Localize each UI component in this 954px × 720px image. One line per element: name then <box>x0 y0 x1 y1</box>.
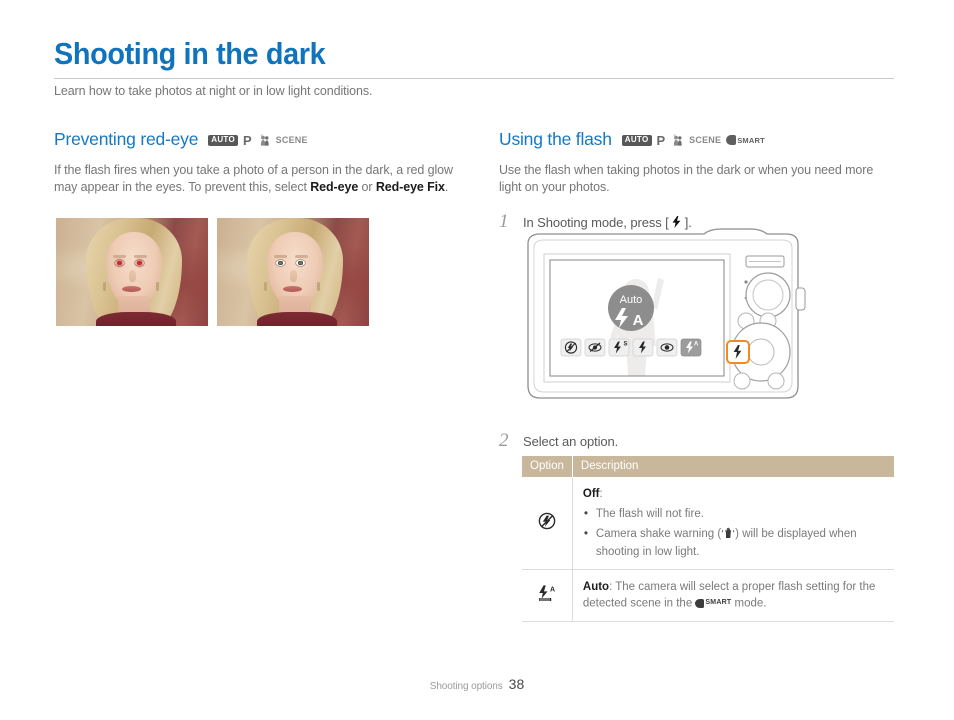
eye-right <box>296 260 305 266</box>
earring-right <box>156 282 159 291</box>
smart-mode-badge: SMART <box>726 135 765 145</box>
smart-camera-icon <box>695 598 705 608</box>
flash-auto-icon: A <box>522 569 573 622</box>
camera-indicator-led-1 <box>744 280 748 284</box>
nose-shape <box>129 270 136 282</box>
camera-ok-button <box>747 338 775 366</box>
using-the-flash-paragraph: Use the flash when taking photos in the … <box>499 163 874 194</box>
footer-section-label: Shooting options <box>429 681 503 692</box>
preventing-red-eye-heading-row: Preventing red-eye AUTO P SCENE <box>54 128 454 150</box>
scene-mode-badge: SCENE <box>689 135 722 145</box>
page-subtitle: Learn how to take photos at night or in … <box>54 84 373 98</box>
earring-right <box>317 282 320 291</box>
smart-camera-icon <box>726 135 737 145</box>
program-mode-badge: P <box>656 132 666 148</box>
title-divider <box>54 77 894 79</box>
mouth-shape <box>122 286 141 292</box>
flash-off-icon <box>522 477 573 570</box>
preventing-red-eye-paragraph: If the flash fires when you take a photo… <box>54 162 454 195</box>
step-2-number: 2 <box>499 430 509 451</box>
using-the-flash-heading-row: Using the flash AUTO P SCENE SMART <box>499 128 896 150</box>
mouth-shape <box>283 286 302 292</box>
table-header-row: Option Description <box>522 456 894 477</box>
mode-badges-right: AUTO P SCENE SMART <box>621 131 765 148</box>
lcd-auto-a-glyph: A <box>633 312 644 329</box>
table-cell-description-off: Off: The flash will not fire. Camera sha… <box>572 477 894 570</box>
camera-strap-lug <box>795 287 806 311</box>
auto-mode-badge: AUTO <box>621 134 652 146</box>
camera-delete-button <box>767 372 785 390</box>
list-item: Camera shake warning ( ) will be display… <box>583 525 886 560</box>
earring-left <box>264 282 267 291</box>
nose-shape <box>290 270 297 282</box>
table-cell-description-auto: Auto: The camera will select a proper fl… <box>572 569 894 622</box>
face-shape <box>267 232 323 306</box>
auto-text-after: mode. <box>731 597 767 610</box>
term-red-eye: Red-eye <box>310 179 359 194</box>
camera-back-illustration: Auto A S A <box>518 226 808 408</box>
shirt-shape <box>257 312 337 326</box>
table-row: Off: The flash will not fire. Camera sha… <box>522 477 894 570</box>
lcd-auto-badge-label: Auto <box>620 294 643 306</box>
section-title-preventing-red-eye: Preventing red-eye <box>54 128 199 149</box>
page-header: Shooting in the dark <box>54 36 894 79</box>
smart-mode-badge-inline: SMART <box>695 595 731 611</box>
right-column: Using the flash AUTO P SCENE SMART Use t… <box>499 128 896 233</box>
face-shape <box>106 232 162 306</box>
eye-left <box>276 260 285 266</box>
camera-play-button <box>733 372 751 390</box>
scene-mode-badge: SCENE <box>275 135 308 145</box>
table-row: A Auto: The camera will select a proper … <box>522 569 894 622</box>
shirt-shape <box>96 312 176 326</box>
svg-text:A: A <box>694 342 699 348</box>
eyebrow-right <box>134 255 147 258</box>
list-item: The flash will not fire. <box>583 505 886 522</box>
shake-warning-icon <box>721 527 735 544</box>
pupil-red <box>117 260 122 266</box>
eyebrow-left <box>113 255 126 258</box>
dual-is-mode-badge <box>670 133 684 147</box>
auto-mode-badge: AUTO <box>208 134 238 146</box>
smart-mode-label: SMART <box>737 135 765 145</box>
smart-mode-label: SMART <box>705 599 732 606</box>
step-2-text: Select an option. <box>523 434 619 449</box>
table-header-option: Option <box>522 456 573 477</box>
step-2: 2 Select an option. <box>499 430 896 452</box>
bullet-text-before: Camera shake warning ( <box>595 528 722 540</box>
table-header-description: Description <box>572 456 894 477</box>
eye-right <box>135 260 144 266</box>
mode-badges-left: AUTO P SCENE <box>208 131 307 147</box>
footer-page-number: 38 <box>508 676 525 692</box>
pupil-normal <box>278 260 283 266</box>
page-footer: Shooting options 38 <box>0 676 954 694</box>
earring-left <box>103 282 106 291</box>
red-eye-comparison-photos <box>56 218 369 326</box>
photo-red-eye-corrected <box>217 218 369 326</box>
manual-page: Shooting in the dark Learn how to take p… <box>0 0 954 720</box>
photo-with-red-eye <box>56 218 208 326</box>
flash-options-table: Option Description Off: The flash will n… <box>522 456 894 622</box>
option-label-auto: Auto <box>582 581 610 593</box>
pupil-normal <box>298 260 303 266</box>
paragraph-part-3: . <box>444 179 449 194</box>
lcd-auto-badge <box>608 285 654 331</box>
section-title-using-the-flash: Using the flash <box>499 128 612 149</box>
paragraph-part-2: or <box>358 179 376 194</box>
option-label-off-suffix: : <box>599 488 603 500</box>
term-red-eye-fix: Red-eye Fix <box>375 179 445 194</box>
left-column: Preventing red-eye AUTO P SCENE If the f <box>54 128 454 195</box>
option-label-off: Off <box>582 488 600 500</box>
svg-text:A: A <box>550 586 555 593</box>
page-title: Shooting in the dark <box>54 36 326 71</box>
svg-text:S: S <box>624 342 628 348</box>
camera-zoom-dial-inner <box>752 279 784 311</box>
option-off-bullets: The flash will not fire. Camera shake wa… <box>583 505 886 560</box>
eye-left <box>115 260 124 266</box>
dual-is-mode-badge <box>257 133 271 147</box>
step-1-number: 1 <box>499 211 509 232</box>
program-mode-badge: P <box>243 132 252 148</box>
pupil-red <box>137 260 142 266</box>
eyebrow-left <box>274 255 287 258</box>
eyebrow-right <box>295 255 308 258</box>
